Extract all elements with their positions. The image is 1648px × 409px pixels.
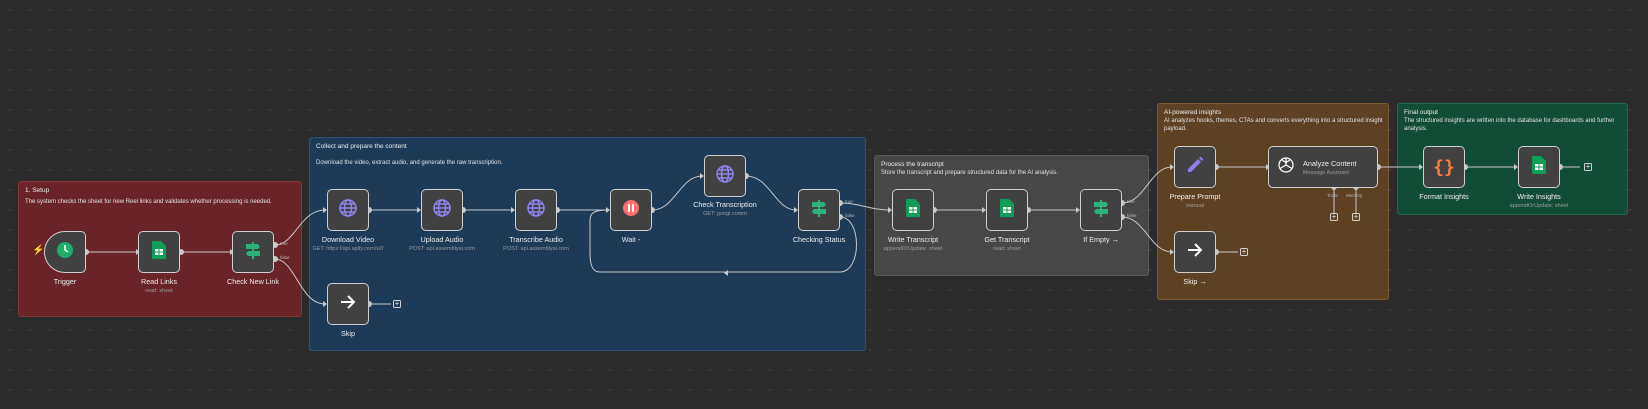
node-write-insights-sub: appendOrUpdate: sheet [1509, 203, 1569, 209]
node-check-new-link[interactable] [232, 231, 274, 273]
node-check-transcription[interactable] [704, 155, 746, 197]
node-check-transcription-label: Check Transcription [693, 200, 757, 209]
globe-icon [526, 198, 546, 223]
port-true-label: true [1127, 199, 1135, 204]
node-get-transcript[interactable] [986, 189, 1028, 231]
node-read-links-sub: read: sheet [145, 288, 173, 294]
node-format-insights-label: Format Insights [1419, 192, 1469, 201]
node-upload-audio[interactable] [421, 189, 463, 231]
node-checking-status[interactable] [798, 189, 840, 231]
google-sheets-icon [1000, 198, 1014, 222]
node-prepare-prompt-sub: manual [1185, 203, 1205, 209]
node-skip-2[interactable] [1174, 231, 1216, 273]
arrow-right-icon [1186, 241, 1204, 264]
globe-icon [432, 198, 452, 223]
node-trigger[interactable] [44, 231, 86, 273]
node-analyze-content[interactable]: Analyze Content Message Assistant [1268, 146, 1378, 188]
add-memory-button[interactable]: + [1352, 213, 1360, 221]
trigger-bolt-icon: ⚡ [32, 245, 45, 256]
node-format-insights[interactable]: {} [1423, 146, 1465, 188]
signpost-icon [243, 240, 263, 265]
node-download-video[interactable] [327, 189, 369, 231]
pencil-icon [1185, 155, 1205, 180]
node-get-transcript-sub: read: sheet [993, 246, 1021, 252]
openai-icon [1277, 156, 1295, 179]
google-sheets-icon [152, 240, 166, 264]
clock-icon [55, 240, 75, 265]
node-check-new-link-label: Check New Link [227, 277, 279, 286]
node-if-empty[interactable] [1080, 189, 1122, 231]
port-false-label: false [280, 255, 290, 260]
curly-braces-icon: {} [1433, 156, 1455, 178]
add-node-button[interactable]: + [1240, 248, 1248, 256]
add-node-button[interactable]: + [1584, 163, 1592, 171]
node-check-transcription-sub: GET: googl.comm [703, 211, 747, 217]
google-sheets-icon [1532, 155, 1546, 179]
add-node-button[interactable]: + [393, 300, 401, 308]
node-write-transcript[interactable] [892, 189, 934, 231]
google-sheets-icon [906, 198, 920, 222]
globe-icon [338, 198, 358, 223]
node-write-insights[interactable] [1518, 146, 1560, 188]
node-write-insights-label: Write Insights [1517, 192, 1561, 201]
signpost-icon [809, 198, 829, 223]
globe-icon [715, 164, 735, 189]
signpost-icon [1091, 198, 1111, 223]
arrow-right-icon [339, 293, 357, 316]
node-skip[interactable] [327, 283, 369, 325]
port-tools-label: Tools [1327, 193, 1338, 198]
add-tool-button[interactable]: + [1330, 213, 1338, 221]
port-false-label: false [1127, 213, 1137, 218]
node-prepare-prompt[interactable] [1174, 146, 1216, 188]
node-analyze-content-label: Analyze Content [1303, 158, 1357, 168]
node-transcribe-audio-sub: POST: api.assemblyai.com [503, 246, 569, 252]
node-wait-label: Wait - [621, 235, 641, 244]
node-transcribe-audio-label: Transcribe Audio [509, 235, 563, 244]
node-skip-label: Skip [341, 329, 355, 338]
node-analyze-content-sub: Message Assistant [1303, 169, 1349, 176]
port-memory-label: Memory [1346, 193, 1363, 198]
node-read-links[interactable] [138, 231, 180, 273]
node-prepare-prompt-label: Prepare Prompt [1169, 192, 1221, 201]
node-skip-2-label: Skip → [1183, 277, 1207, 286]
port-true-label: true [280, 241, 288, 246]
node-if-empty-label: If Empty → [1083, 235, 1119, 244]
port-false-label: false [845, 213, 855, 218]
node-transcribe-audio[interactable] [515, 189, 557, 231]
pause-icon [621, 198, 641, 223]
node-wait[interactable] [610, 189, 652, 231]
port-true-label: true [845, 199, 853, 204]
